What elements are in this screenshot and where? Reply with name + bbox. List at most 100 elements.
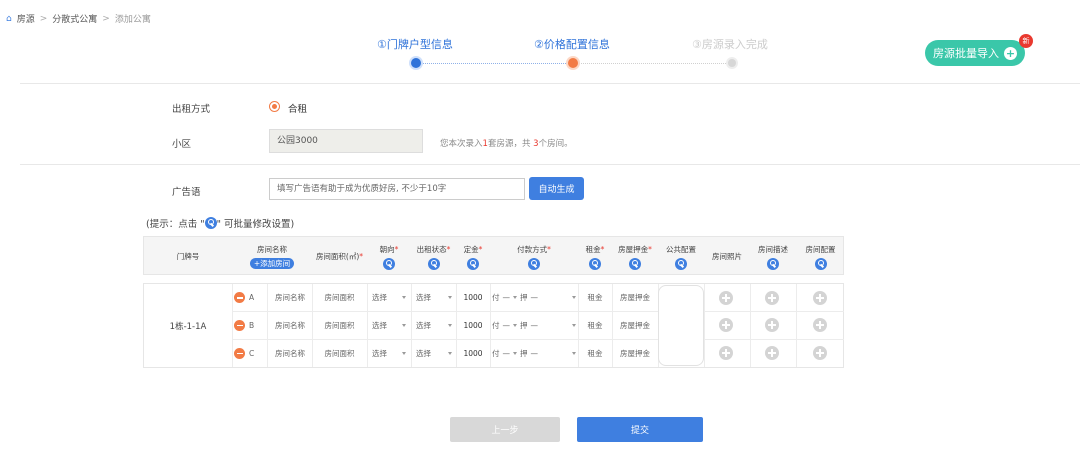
summary-suffix: 个房间。 [538, 139, 573, 149]
divider [20, 164, 1080, 165]
col-area: 房间面积(㎡)* [315, 252, 364, 261]
rent-input[interactable]: 租金 [578, 284, 612, 311]
chevron-down-icon [402, 296, 406, 299]
community-label: 小区 [172, 139, 192, 150]
wrench-icon[interactable] [528, 257, 540, 270]
room-letter: C [249, 348, 255, 358]
wrench-icon[interactable] [767, 257, 779, 270]
rent-input[interactable]: 租金 [578, 339, 612, 367]
add-description-icon[interactable] [765, 318, 779, 332]
chevron-down-icon [402, 323, 406, 327]
rent-mode-value[interactable]: 合租 [288, 101, 307, 115]
add-description-icon[interactable] [765, 346, 779, 360]
batch-import-label: 房源批量导入 [933, 47, 999, 60]
auto-generate-button[interactable]: 自动生成 [529, 177, 584, 200]
wrench-icon[interactable] [467, 257, 479, 270]
remove-room-icon[interactable] [234, 319, 245, 331]
chevron-down-icon [402, 351, 406, 355]
table-body: 1栋-1-1A A 房间名称 房间面积 选择 选择 1000 付 — 押 — 租金 房… [143, 283, 844, 368]
hint-suffix: " 可批量修改设置) [216, 219, 295, 230]
step-1-dot [411, 58, 421, 68]
add-room-button[interactable]: +添加房间 [249, 258, 295, 269]
room-area-input[interactable]: 房间面积 [312, 311, 367, 339]
add-room-config-icon[interactable] [813, 318, 827, 332]
batch-import-button[interactable]: 房源批量导入 + [925, 40, 1025, 66]
hint-prefix: (提示：点击 " [146, 219, 205, 230]
chevron-down-icon [448, 351, 452, 355]
remove-room-icon[interactable] [234, 292, 245, 303]
remove-room-icon[interactable] [234, 347, 245, 359]
room-letter: A [249, 293, 255, 302]
prev-step-button[interactable]: 上一步 [450, 417, 560, 442]
breadcrumb-separator: > [102, 13, 110, 24]
orientation-select[interactable]: 选择 [372, 284, 410, 311]
orientation-select[interactable]: 选择 [372, 339, 410, 367]
status-select[interactable]: 选择 [416, 339, 456, 367]
table-header: 门牌号 房间名称 +添加房间 房间面积(㎡)* 朝向* 出租状态* 定金* 付款… [143, 236, 844, 275]
price-input[interactable]: 1000 [456, 311, 490, 339]
room-name-input[interactable]: 房间名称 [268, 311, 312, 339]
ad-label: 广告语 [172, 187, 201, 198]
room-table: 门牌号 房间名称 +添加房间 房间面积(㎡)* 朝向* 出租状态* 定金* 付款… [143, 236, 844, 368]
price-input[interactable]: 1000 [456, 284, 490, 311]
col-description: 房间描述 [750, 237, 796, 276]
add-room-config-icon[interactable] [813, 346, 827, 360]
chevron-down-icon [572, 323, 576, 327]
chevron-down-icon [448, 323, 452, 327]
price-input[interactable]: 1000 [456, 339, 490, 367]
status-select[interactable]: 选择 [416, 284, 456, 311]
wrench-icon [204, 217, 217, 229]
wrench-icon[interactable] [383, 257, 395, 270]
status-select[interactable]: 选择 [416, 311, 456, 339]
deposit-input[interactable]: 房屋押金 [612, 284, 658, 311]
room-name-input[interactable]: 房间名称 [268, 339, 312, 367]
col-public-config: 公共配置 [658, 237, 704, 276]
radio-dot [272, 104, 277, 109]
public-config-cell[interactable] [658, 285, 704, 366]
col-payment: 付款方式* [490, 237, 578, 276]
payment-select[interactable]: 付 — 押 — [492, 339, 576, 367]
add-photo-icon[interactable] [719, 291, 733, 305]
payment-select[interactable]: 付 — 押 — [492, 311, 576, 339]
room-name-input[interactable]: 房间名称 [268, 284, 312, 311]
rent-input[interactable]: 租金 [578, 311, 612, 339]
wrench-icon[interactable] [629, 257, 641, 270]
breadcrumb-separator: > [39, 13, 48, 24]
ad-input[interactable]: 填写广告语有助于成为优质好房, 不少于10字 [269, 178, 525, 200]
breadcrumb-home[interactable]: 房源 [17, 12, 35, 25]
batch-edit-hint: (提示：点击 " " 可批量修改设置) [146, 216, 294, 230]
rent-mode-label: 出租方式 [172, 104, 211, 115]
payment-select[interactable]: 付 — 押 — [492, 284, 576, 311]
summary-prefix: 您本次录入 [440, 139, 483, 149]
rent-mode-radio[interactable] [269, 101, 280, 112]
step-3-label: ③房源录入完成 [692, 38, 768, 51]
new-badge: 新 [1019, 34, 1033, 48]
room-area-input[interactable]: 房间面积 [312, 284, 367, 311]
col-room-config: 房间配置 [796, 237, 845, 276]
add-photo-icon[interactable] [719, 318, 733, 332]
step-connector [420, 63, 568, 64]
add-description-icon[interactable] [765, 291, 779, 305]
add-photo-icon[interactable] [719, 346, 733, 360]
col-door-no: 门牌号 [176, 252, 200, 261]
wrench-icon[interactable] [675, 257, 687, 270]
col-price: 定金* [456, 237, 490, 276]
deposit-input[interactable]: 房屋押金 [612, 311, 658, 339]
step-connector [578, 63, 728, 64]
home-icon[interactable]: ⌂ [6, 14, 12, 24]
chevron-down-icon [572, 351, 576, 355]
add-room-config-icon[interactable] [813, 291, 827, 305]
orientation-select[interactable]: 选择 [372, 311, 410, 339]
wrench-icon[interactable] [589, 257, 601, 270]
breadcrumb-current: 添加公寓 [114, 15, 151, 25]
chevron-down-icon [572, 296, 576, 299]
room-letter: B [249, 320, 255, 330]
breadcrumb-apartment[interactable]: 分散式公寓 [52, 12, 97, 25]
deposit-input[interactable]: 房屋押金 [612, 339, 658, 367]
submit-button[interactable]: 提交 [577, 417, 703, 442]
divider [20, 83, 1080, 84]
wrench-icon[interactable] [427, 257, 440, 270]
room-area-input[interactable]: 房间面积 [312, 339, 367, 367]
wrench-icon[interactable] [814, 257, 827, 270]
col-photos: 房间照片 [712, 252, 742, 261]
